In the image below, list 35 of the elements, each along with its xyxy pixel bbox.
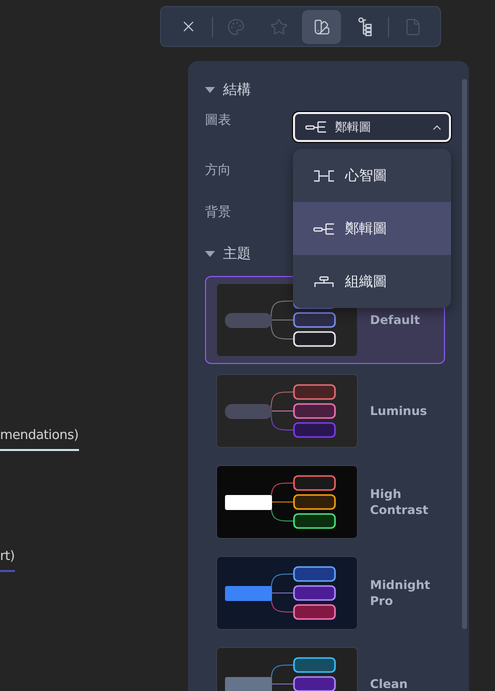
theme-option[interactable]: Luminus	[205, 367, 445, 455]
org-chart-icon	[313, 276, 335, 288]
toolbar-button[interactable]	[302, 10, 342, 44]
tree-structure-icon	[358, 16, 372, 36]
theme-name: Clean	[370, 676, 409, 691]
chart-type-select[interactable]: 鄭輯圖	[293, 112, 451, 142]
theme-name: Midnight Pro	[370, 577, 432, 609]
dropdown-option[interactable]: 心智圖	[293, 149, 451, 202]
section-header[interactable]: 主題	[205, 243, 251, 265]
option-label: 心智圖	[345, 166, 387, 184]
field-label: 方向	[205, 162, 232, 180]
theme-name: Luminus	[370, 403, 428, 419]
star-icon	[270, 18, 288, 36]
mind-map-icon	[313, 170, 335, 182]
document-link[interactable]: mendations)	[0, 428, 79, 451]
theme-option[interactable]: High Contrast	[205, 458, 445, 546]
theme-option[interactable]: Midnight Pro	[205, 549, 445, 637]
scrollbar[interactable]	[462, 79, 467, 629]
logic-chart-icon	[305, 121, 327, 133]
theme-name: Default	[370, 312, 421, 328]
dropdown-option[interactable]: 鄭輯圖	[293, 202, 451, 255]
document-link[interactable]: rt)	[0, 549, 15, 572]
theme-option[interactable]: Clean	[205, 640, 445, 691]
file-icon	[404, 18, 422, 36]
chevron-icon	[433, 124, 441, 130]
theme-name: High Contrast	[370, 486, 430, 518]
logic-chart-icon	[313, 222, 335, 234]
caret-icon	[205, 250, 215, 258]
field-label: 圖表	[205, 112, 232, 130]
option-label: 鄭輯圖	[345, 220, 387, 238]
section-header[interactable]: 結構	[205, 79, 251, 101]
swatch-icon	[312, 18, 331, 36]
field-label: 背景	[205, 204, 232, 222]
caret-icon	[205, 86, 215, 94]
palette-icon	[227, 18, 246, 36]
